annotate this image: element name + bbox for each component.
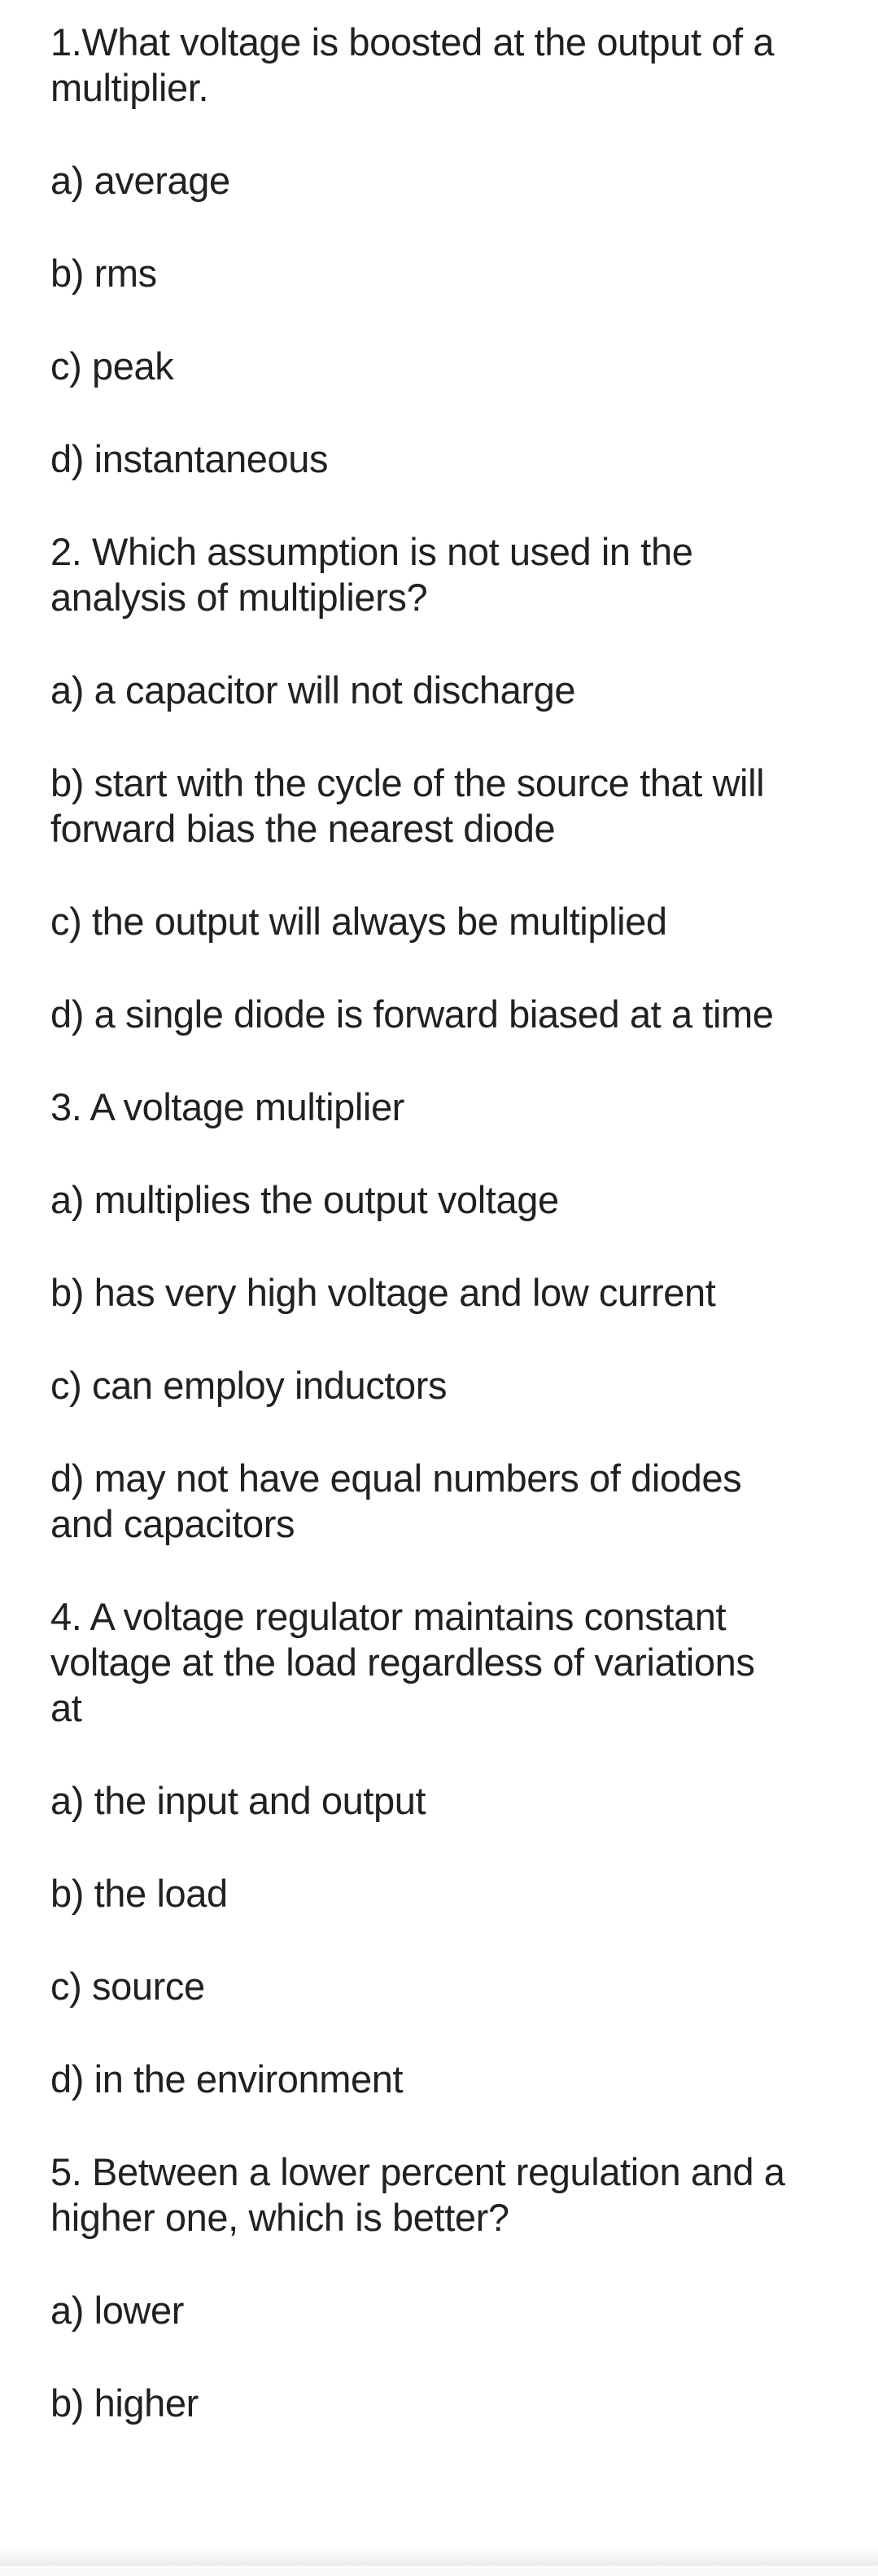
question-1-text: 1.What voltage is boosted at the output … [50, 20, 832, 111]
question-line: 4. A voltage regulator maintains constan… [50, 1595, 727, 1638]
question-1-option-c: c) peak [50, 344, 832, 389]
question-5-option-a: a) lower [50, 2288, 832, 2333]
option-line: c) source [50, 1965, 205, 2008]
option-line: and capacitors [50, 1502, 295, 1545]
option-line: b) start with the cycle of the source th… [50, 761, 765, 804]
question-4-option-d: d) in the environment [50, 2057, 832, 2102]
question-3-option-a: a) multiplies the output voltage [50, 1177, 832, 1223]
question-line: at [50, 1686, 82, 1729]
question-1-option-a: a) average [50, 158, 832, 204]
option-line: c) the output will always be multiplied [50, 900, 667, 943]
question-line: 5. Between a lower percent regulation an… [50, 2150, 785, 2193]
bottom-navigation-edge [0, 2565, 878, 2576]
question-2-option-d: d) a single diode is forward biased at a… [50, 992, 832, 1037]
option-line: b) the load [50, 1872, 228, 1915]
question-4-option-a: a) the input and output [50, 1778, 832, 1824]
question-line: voltage at the load regardless of variat… [50, 1641, 755, 1684]
question-line: 3. A voltage multiplier [50, 1085, 404, 1128]
question-2-option-c: c) the output will always be multiplied [50, 899, 832, 944]
question-1-option-b: b) rms [50, 251, 832, 296]
option-line: b) has very high voltage and low current [50, 1271, 716, 1314]
option-line: forward bias the nearest diode [50, 807, 556, 850]
question-3-text: 3. A voltage multiplier [50, 1084, 832, 1130]
option-line: b) higher [50, 2381, 199, 2425]
question-4-option-b: b) the load [50, 1871, 832, 1917]
question-5-text: 5. Between a lower percent regulation an… [50, 2149, 832, 2241]
question-2-option-b: b) start with the cycle of the source th… [50, 760, 832, 852]
option-line: a) multiplies the output voltage [50, 1178, 559, 1221]
option-line: a) average [50, 159, 230, 202]
question-line: higher one, which is better? [50, 2196, 509, 2239]
question-2-text: 2. Which assumption is not used in the an… [50, 529, 832, 620]
bottom-shadow [0, 2547, 878, 2565]
question-3-option-b: b) has very high voltage and low current [50, 1270, 832, 1316]
question-3-option-d: d) may not have equal numbers of diodes a… [50, 1456, 832, 1547]
question-4-text: 4. A voltage regulator maintains constan… [50, 1594, 832, 1731]
option-line: a) lower [50, 2289, 184, 2332]
question-3-option-c: c) can employ inductors [50, 1363, 832, 1408]
option-line: c) peak [50, 344, 174, 388]
option-line: a) the input and output [50, 1779, 426, 1822]
question-line: analysis of multipliers? [50, 576, 428, 619]
question-line: 2. Which assumption is not used in the [50, 530, 693, 573]
question-line: 1.What voltage is boosted at the output … [50, 20, 775, 64]
question-line: multiplier. [50, 66, 209, 109]
option-line: a) a capacitor will not discharge [50, 668, 576, 712]
question-2-option-a: a) a capacitor will not discharge [50, 668, 832, 713]
option-line: d) in the environment [50, 2057, 404, 2101]
question-4-option-c: c) source [50, 1964, 832, 2009]
option-line: c) can employ inductors [50, 1364, 448, 1407]
question-5-option-b: b) higher [50, 2381, 832, 2426]
quiz-document: 1.What voltage is boosted at the output … [50, 20, 832, 2473]
option-line: d) may not have equal numbers of diodes [50, 1457, 742, 1500]
option-line: d) instantaneous [50, 437, 329, 480]
question-1-option-d: d) instantaneous [50, 436, 832, 482]
option-line: b) rms [50, 252, 157, 295]
option-line: d) a single diode is forward biased at a… [50, 992, 774, 1036]
